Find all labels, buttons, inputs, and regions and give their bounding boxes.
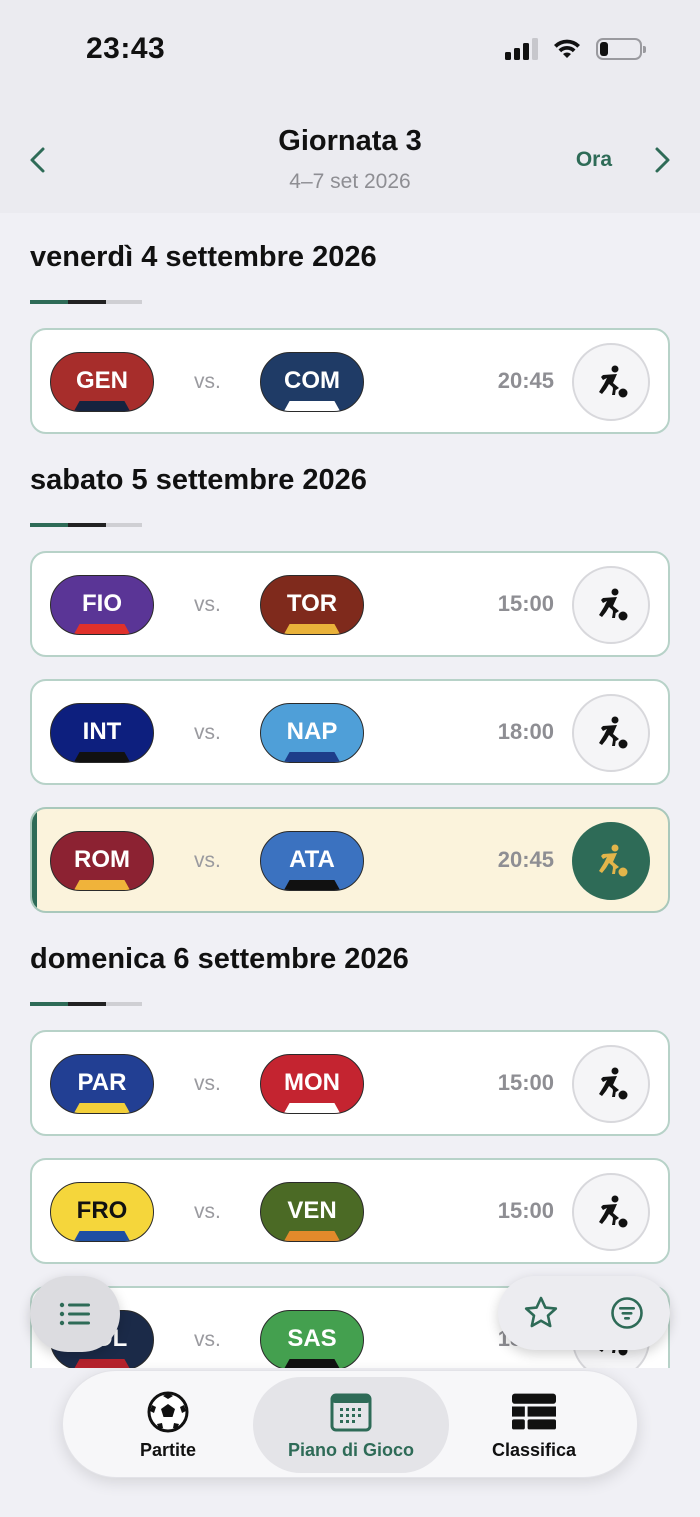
match-detail-button[interactable]	[572, 694, 650, 772]
filter-icon	[611, 1297, 643, 1329]
status-time: 23:43	[86, 32, 166, 65]
team-code: INT	[82, 718, 122, 745]
team-code: FRO	[76, 1197, 128, 1224]
match-detail-button[interactable]	[572, 343, 650, 421]
vs-label: vs.	[194, 1200, 221, 1223]
match-detail-button[interactable]	[572, 1045, 650, 1123]
tab-label: Classifica	[491, 1439, 577, 1460]
team-code: SAS	[287, 1325, 337, 1352]
kickoff-time: 18:00	[497, 719, 554, 744]
day-underline	[30, 1002, 142, 1006]
vs-label: vs.	[194, 370, 221, 393]
match-card[interactable]: PAR vs. MON 15:00	[30, 1030, 670, 1136]
list-button[interactable]	[30, 1276, 120, 1352]
table-icon	[512, 1390, 556, 1434]
kickoff-time: 15:00	[497, 591, 554, 616]
away-team-badge[interactable]: TOR	[260, 575, 364, 635]
team-code: VEN	[287, 1197, 337, 1224]
now-button[interactable]: Ora	[576, 148, 612, 172]
tab-partite[interactable]: Partite	[83, 1377, 253, 1473]
status-bar: 23:43	[0, 0, 700, 105]
football-player-icon	[599, 716, 628, 749]
day-underline	[30, 523, 142, 527]
vs-label: vs.	[194, 849, 221, 872]
vs-label: vs.	[194, 593, 221, 616]
team-code: TOR	[286, 590, 338, 617]
home-team-badge[interactable]: INT	[50, 703, 154, 763]
team-code: COM	[284, 367, 340, 394]
filter-button[interactable]	[607, 1293, 647, 1333]
soccer-ball-icon	[146, 1390, 190, 1434]
star-icon	[524, 1296, 558, 1328]
away-team-badge[interactable]: COM	[260, 352, 364, 412]
home-team-badge[interactable]: FRO	[50, 1182, 154, 1242]
tab-label: Piano di Gioco	[287, 1439, 414, 1460]
away-team-badge[interactable]: MON	[260, 1054, 364, 1114]
kickoff-time: 15:00	[497, 1070, 554, 1095]
match-detail-button[interactable]	[572, 566, 650, 644]
day-underline	[30, 300, 142, 304]
away-team-badge[interactable]: ATA	[260, 831, 364, 891]
team-code: MON	[284, 1069, 340, 1096]
kickoff-time: 20:45	[497, 847, 554, 872]
home-team-badge[interactable]: FIO	[50, 575, 154, 635]
matchday-header: Giornata 3 4–7 set 2026 Ora	[0, 105, 700, 213]
vs-label: vs.	[194, 721, 221, 744]
team-code: NAP	[286, 718, 338, 745]
vs-label: vs.	[194, 1328, 221, 1351]
favorites-button[interactable]	[521, 1293, 561, 1333]
away-team-badge[interactable]: NAP	[260, 703, 364, 763]
day-heading: domenica 6 settembre 2026	[30, 943, 409, 975]
kickoff-time: 15:00	[497, 1198, 554, 1223]
home-team-badge[interactable]: ROM	[50, 831, 154, 891]
vs-label: vs.	[194, 1072, 221, 1095]
date-range: 4–7 set 2026	[289, 170, 411, 193]
team-code: ROM	[74, 846, 130, 873]
chevron-right-icon[interactable]	[646, 145, 676, 175]
team-code: GEN	[75, 367, 128, 394]
list-icon	[59, 1302, 90, 1326]
tab-piano-di-gioco[interactable]: Piano di Gioco	[253, 1377, 449, 1473]
match-card[interactable]: ROM vs. ATA 20:45	[30, 807, 670, 913]
match-card[interactable]: GEN vs. COM 20:45	[30, 328, 670, 434]
tab-classifica[interactable]: Classifica	[449, 1377, 619, 1473]
match-schedule-list[interactable]: venerdì 4 settembre 2026 GEN vs. COM 20:45 sa…	[0, 213, 700, 1368]
match-detail-button[interactable]	[572, 822, 650, 900]
cellular-signal-icon	[505, 38, 538, 60]
day-heading: sabato 5 settembre 2026	[30, 464, 367, 496]
kickoff-time: 20:45	[497, 368, 554, 393]
match-card[interactable]: INT vs. NAP 18:00	[30, 679, 670, 785]
away-team-badge[interactable]: SAS	[260, 1310, 364, 1368]
tab-bar: Partite Piano di Gioco Classifica	[62, 1370, 638, 1478]
match-card[interactable]: FRO vs. VEN 15:00	[30, 1158, 670, 1264]
football-player-icon	[599, 1067, 628, 1100]
calendar-icon	[329, 1390, 373, 1434]
day-heading: venerdì 4 settembre 2026	[30, 241, 377, 273]
football-player-icon	[599, 365, 628, 398]
away-team-badge[interactable]: VEN	[260, 1182, 364, 1242]
team-code: FIO	[82, 590, 122, 617]
battery-icon	[596, 38, 646, 60]
match-card[interactable]: FIO vs. TOR 15:00	[30, 551, 670, 657]
team-code: PAR	[77, 1069, 127, 1096]
football-player-icon	[599, 1195, 628, 1228]
tab-label: Partite	[139, 1439, 197, 1460]
match-detail-button[interactable]	[572, 1173, 650, 1251]
football-player-icon	[599, 588, 628, 621]
favorites-filter-group	[498, 1276, 670, 1350]
home-team-badge[interactable]: PAR	[50, 1054, 154, 1114]
wifi-icon	[554, 39, 580, 58]
team-code: ATA	[289, 846, 335, 873]
home-team-badge[interactable]: GEN	[50, 352, 154, 412]
status-icons	[505, 38, 646, 60]
football-player-icon	[599, 844, 628, 877]
